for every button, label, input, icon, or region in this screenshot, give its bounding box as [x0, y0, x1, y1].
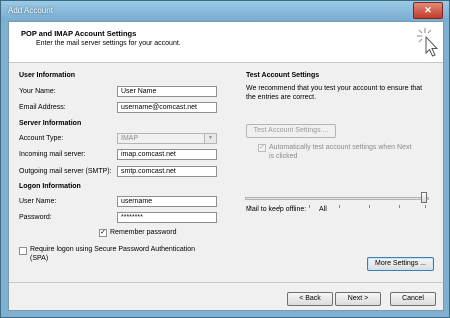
account-type-label: Account Type: — [19, 135, 64, 142]
check-icon: ✓ — [259, 144, 265, 151]
password-label: Password: — [19, 214, 52, 221]
password-input[interactable]: ******** — [117, 212, 217, 223]
window-title: Add Account — [8, 6, 53, 15]
test-account-settings-button[interactable]: Test Account Settings ... — [246, 124, 336, 138]
spa-label-line2: (SPA) — [30, 255, 49, 262]
cursor-click-icon — [417, 28, 439, 57]
email-label: Email Address: — [19, 104, 66, 111]
offline-slider-track[interactable] — [245, 197, 429, 200]
slider-tick — [369, 205, 370, 208]
username-label: User Name: — [19, 198, 57, 205]
test-settings-heading: Test Account Settings — [246, 72, 320, 79]
your-name-label: Your Name: — [19, 88, 56, 95]
more-settings-button[interactable]: More Settings ... — [367, 257, 434, 271]
header-title: POP and IMAP Account Settings — [21, 29, 137, 38]
header-subtitle: Enter the mail server settings for your … — [36, 40, 181, 47]
remember-password-label: Remember password — [110, 229, 177, 236]
offline-label: Mail to keep offline: — [246, 206, 307, 213]
user-info-heading: User Information — [19, 72, 76, 79]
dialog-header: POP and IMAP Account Settings Enter the … — [9, 22, 443, 63]
slider-tick — [279, 205, 280, 208]
close-icon: ✕ — [424, 5, 432, 15]
slider-tick — [339, 205, 340, 208]
slider-tick — [249, 205, 250, 208]
email-input[interactable]: username@comcast.net — [117, 102, 217, 113]
incoming-server-label: Incoming mail server: — [19, 151, 86, 158]
account-type-select[interactable]: IMAP ▼ — [117, 133, 217, 144]
test-settings-desc-1: We recommend that you test your account … — [246, 85, 423, 92]
close-button[interactable]: ✕ — [413, 2, 443, 19]
auto-test-checkbox[interactable]: ✓ — [258, 144, 266, 152]
slider-tick — [425, 205, 426, 208]
footer-divider — [9, 282, 443, 283]
chevron-down-icon: ▼ — [204, 134, 216, 143]
incoming-server-input[interactable]: imap.comcast.net — [117, 149, 217, 160]
offline-value: All — [319, 206, 327, 213]
spa-label: Require logon using Secure Password Auth… — [30, 246, 195, 253]
slider-tick — [399, 205, 400, 208]
username-input[interactable]: username — [117, 196, 217, 207]
auto-test-label: Automatically test account settings when… — [269, 144, 412, 151]
test-settings-desc-2: the entries are correct. — [246, 94, 317, 101]
cancel-button[interactable]: Cancel — [390, 292, 436, 306]
check-icon: ✓ — [100, 229, 106, 236]
spa-checkbox[interactable] — [19, 247, 27, 255]
slider-tick — [309, 205, 310, 208]
auto-test-label-line2: is clicked — [269, 153, 298, 160]
server-info-heading: Server Information — [19, 120, 82, 127]
account-type-value: IMAP — [121, 135, 139, 142]
outgoing-server-label: Outgoing mail server (SMTP): — [19, 168, 112, 175]
title-bar[interactable]: Add Account ✕ — [1, 1, 449, 21]
outgoing-server-input[interactable]: smtp.comcast.net — [117, 166, 217, 177]
offline-slider-thumb[interactable] — [421, 192, 427, 203]
back-button[interactable]: < Back — [287, 292, 333, 306]
logon-info-heading: Logon Information — [19, 183, 81, 190]
next-button[interactable]: Next > — [335, 292, 381, 306]
your-name-input[interactable]: User Name — [117, 86, 217, 97]
remember-password-checkbox[interactable]: ✓ — [99, 229, 107, 237]
add-account-window: Add Account ✕ POP and IMAP Account Setti… — [0, 0, 450, 318]
